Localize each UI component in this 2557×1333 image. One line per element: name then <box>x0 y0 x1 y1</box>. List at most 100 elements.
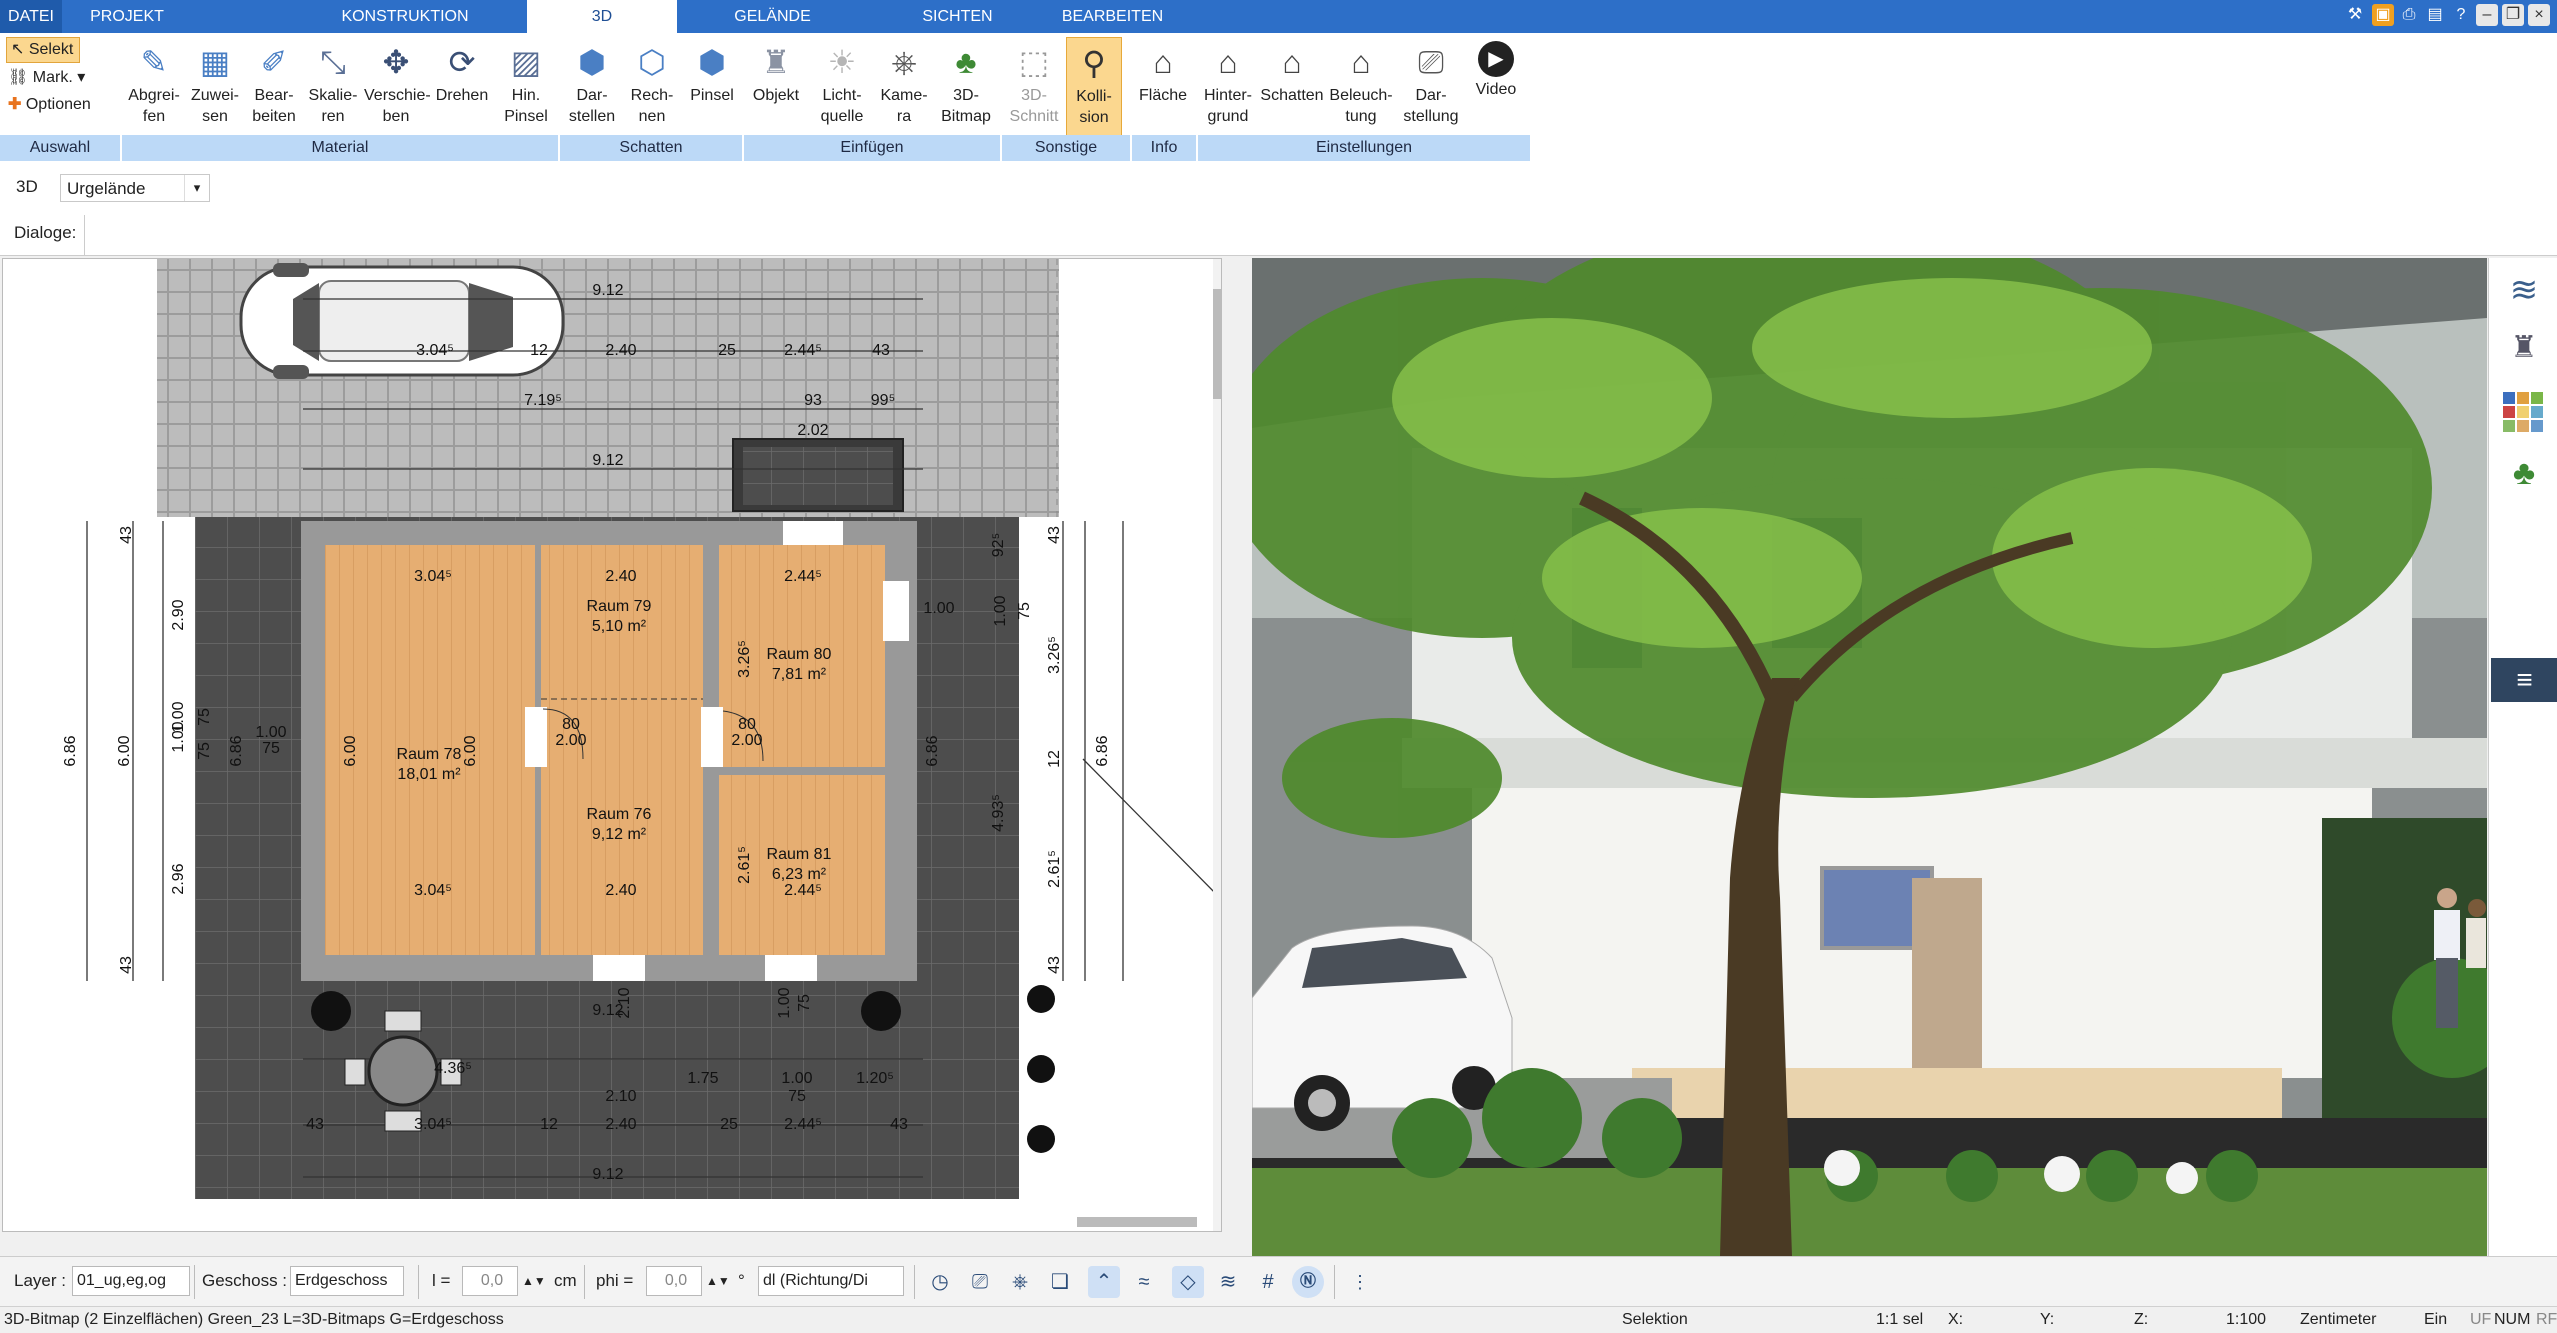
tab-3d[interactable]: 3D <box>527 0 677 33</box>
dimension-label: 9.12 <box>592 1166 623 1183</box>
tree-icon: ♣ <box>955 44 977 80</box>
ribbon-button-fläche[interactable]: ⌂ Fläche <box>1132 37 1194 141</box>
ribbon-button-3dschnitt[interactable]: ⬚ 3D- Schnitt <box>1004 37 1064 141</box>
terrain-icon[interactable]: ≋ <box>1212 1266 1244 1298</box>
chair-icon[interactable]: ♜ <box>2503 330 2545 372</box>
ribbon-button-schatten[interactable]: ⌂ Schatten <box>1260 37 1324 141</box>
tab-datei[interactable]: DATEI <box>0 0 62 33</box>
ribbon-button-zuweisen[interactable]: ▦ Zuwei-sen <box>187 37 243 141</box>
direction-select[interactable]: dl (Richtung/Di <box>758 1266 904 1296</box>
panel-toggle-icon[interactable]: ≡ <box>2491 658 2557 702</box>
ribbon-button-label: 3D- <box>1021 87 1047 104</box>
minimize-icon[interactable]: – <box>2476 4 2498 26</box>
room-area: 6,23 m² <box>772 866 827 883</box>
ribbon-button-darstellen[interactable]: ⬢ Dar-stellen <box>564 37 620 141</box>
ribbon-button-sublabel: Schnitt <box>1009 108 1059 125</box>
ribbon-button-hintergrund[interactable]: ⌂ Hinter-grund <box>1198 37 1258 141</box>
tree-icon[interactable]: ♣ <box>2503 454 2545 496</box>
roof-icon[interactable]: ⌃ <box>1088 1266 1120 1298</box>
ribbon-button-rechnen[interactable]: ⬡ Rech-nen <box>624 37 680 141</box>
dimension-label: 2.90 <box>170 599 187 630</box>
length-input[interactable]: 0,0 <box>462 1266 518 1296</box>
window-layout-icon[interactable]: ▤ <box>2424 4 2446 26</box>
terrain-select[interactable]: Urgelände ▾ <box>60 174 210 202</box>
ribbon-button-skalieren[interactable]: ⤡ Skalie-ren <box>305 37 361 141</box>
dimension-label: 2.44⁵ <box>784 568 822 585</box>
more-icon[interactable]: ⋮ <box>1344 1266 1376 1298</box>
room-area: 5,10 m² <box>592 618 647 635</box>
clock-icon[interactable]: ◷ <box>924 1266 956 1298</box>
north-icon[interactable]: Ⓝ <box>1292 1266 1324 1298</box>
ribbon-button-label: Kolli- <box>1076 88 1112 105</box>
dimension-label: 75 <box>1016 602 1033 620</box>
chevron-down-icon[interactable]: ▾ <box>184 175 209 201</box>
ribbon-button-video[interactable]: ▶ Video <box>1468 37 1524 141</box>
mark-tool[interactable]: ⛓ Mark. ▾ <box>8 66 85 90</box>
ribbon-button-sublabel: fen <box>142 108 166 125</box>
camera-icon[interactable]: ⎈ <box>1004 1266 1036 1298</box>
length-stepper[interactable]: ▲▼ <box>522 1266 546 1296</box>
ribbon-button-objekt[interactable]: ♜ Objekt <box>746 37 806 141</box>
tab-gelaende[interactable]: GELÄNDE <box>700 0 845 33</box>
room-name: Raum 81 <box>767 846 832 863</box>
ribbon-button-pinsel[interactable]: ⬢ Pinsel <box>684 37 740 141</box>
dimension-label: 2.10 <box>605 1088 636 1105</box>
help-icon[interactable]: ? <box>2450 4 2472 26</box>
status-mode: Selektion <box>1622 1311 1688 1328</box>
materials-icon[interactable] <box>2503 392 2545 434</box>
layer-select[interactable]: 01_ug,eg,og <box>72 1266 190 1296</box>
copy-icon[interactable]: ❏ <box>1044 1266 1076 1298</box>
menu-tab-bar: DATEI PROJEKT KONSTRUKTION 3D GELÄNDE SI… <box>0 0 2557 33</box>
print-icon[interactable]: ⎙ <box>2398 4 2420 26</box>
ribbon-button-label: Dar- <box>576 87 608 104</box>
shadow-brush-icon: ⬢ <box>698 44 726 80</box>
ribbon-button-abgreifen[interactable]: ✎ Abgrei-fen <box>124 37 184 141</box>
floor-plan-view[interactable]: Raum 78 18,01 m² Raum 79 5,10 m² Raum 80 7,81… <box>2 258 1222 1232</box>
surface-icon[interactable]: ≈ <box>1128 1266 1160 1298</box>
layers-icon[interactable]: ≋ <box>2503 270 2545 312</box>
ribbon-button-drehen[interactable]: ⟳ Drehen <box>432 37 492 141</box>
tab-projekt[interactable]: PROJEKT <box>62 0 192 33</box>
ribbon-button-beleuchtung[interactable]: ⌂ Beleuch-tung <box>1328 37 1394 141</box>
plane-icon[interactable]: ◇ <box>1172 1266 1204 1298</box>
ribbon-button-bearbeiten[interactable]: ✐ Bear-beiten <box>246 37 302 141</box>
phi-stepper[interactable]: ▲▼ <box>706 1266 730 1296</box>
dimension-label: 3.04⁵ <box>414 568 452 585</box>
grid-icon[interactable]: # <box>1252 1266 1284 1298</box>
tab-konstruktion[interactable]: KONSTRUKTION <box>305 0 505 33</box>
geschoss-select[interactable]: Erdgeschoss <box>290 1266 404 1296</box>
ribbon-button-kamera[interactable]: ⎈ Kame-ra <box>876 37 932 141</box>
monitor-icon[interactable]: ⎚ <box>964 1266 996 1298</box>
edit-material-icon: ✐ <box>260 44 288 80</box>
restore-icon[interactable]: ❐ <box>2502 4 2524 26</box>
ribbon-button-label: Kame- <box>880 87 928 104</box>
ribbon-button-kollision[interactable]: ⚲ Kolli-sion <box>1066 37 1122 141</box>
status-uf: UF <box>2470 1311 2492 1328</box>
mark-label: Mark. <box>32 69 73 86</box>
ribbon-button-hinpinsel[interactable]: ▨ Hin. Pinsel <box>496 37 556 141</box>
ribbon-button-sublabel: tung <box>1345 108 1377 125</box>
ribbon-button-darstellung[interactable]: ⎚ Dar-stellung <box>1398 37 1464 141</box>
phi-input[interactable]: 0,0 <box>646 1266 702 1296</box>
ribbon-button-3dbitmap[interactable]: ♣ 3D- Bitmap <box>936 37 996 141</box>
select-tool[interactable]: ↖ Selekt <box>6 37 81 63</box>
close-icon[interactable]: × <box>2528 4 2550 26</box>
assign-material-icon: ▦ <box>199 44 231 80</box>
status-y: Y: <box>2040 1311 2055 1328</box>
ribbon-button-label: Rech- <box>630 87 674 104</box>
scale-icon: ⤡ <box>320 44 346 80</box>
tab-sichten[interactable]: SICHTEN <box>890 0 1025 33</box>
dimension-label: 7.19⁵ <box>524 392 562 409</box>
package-icon[interactable]: ▣ <box>2372 4 2394 26</box>
dimension-label: 6.00 <box>342 735 359 766</box>
3d-view[interactable] <box>1252 258 2487 1256</box>
area-info-icon: ⌂ <box>1153 44 1173 80</box>
geschoss-label: Geschoss : <box>202 1271 288 1290</box>
ribbon-button-sublabel: nen <box>638 108 666 125</box>
ribbon-button-verschieben[interactable]: ✥ Verschie-ben <box>364 37 431 141</box>
dimension-label: 1.20⁵ <box>856 1070 894 1087</box>
ribbon-button-lichtquelle[interactable]: ☀ Licht-quelle <box>812 37 872 141</box>
tools-icon[interactable]: ⚒ <box>2344 4 2366 26</box>
options-tool[interactable]: ✚ Optionen <box>8 93 91 117</box>
tab-bearbeiten[interactable]: BEARBEITEN <box>1045 0 1180 33</box>
